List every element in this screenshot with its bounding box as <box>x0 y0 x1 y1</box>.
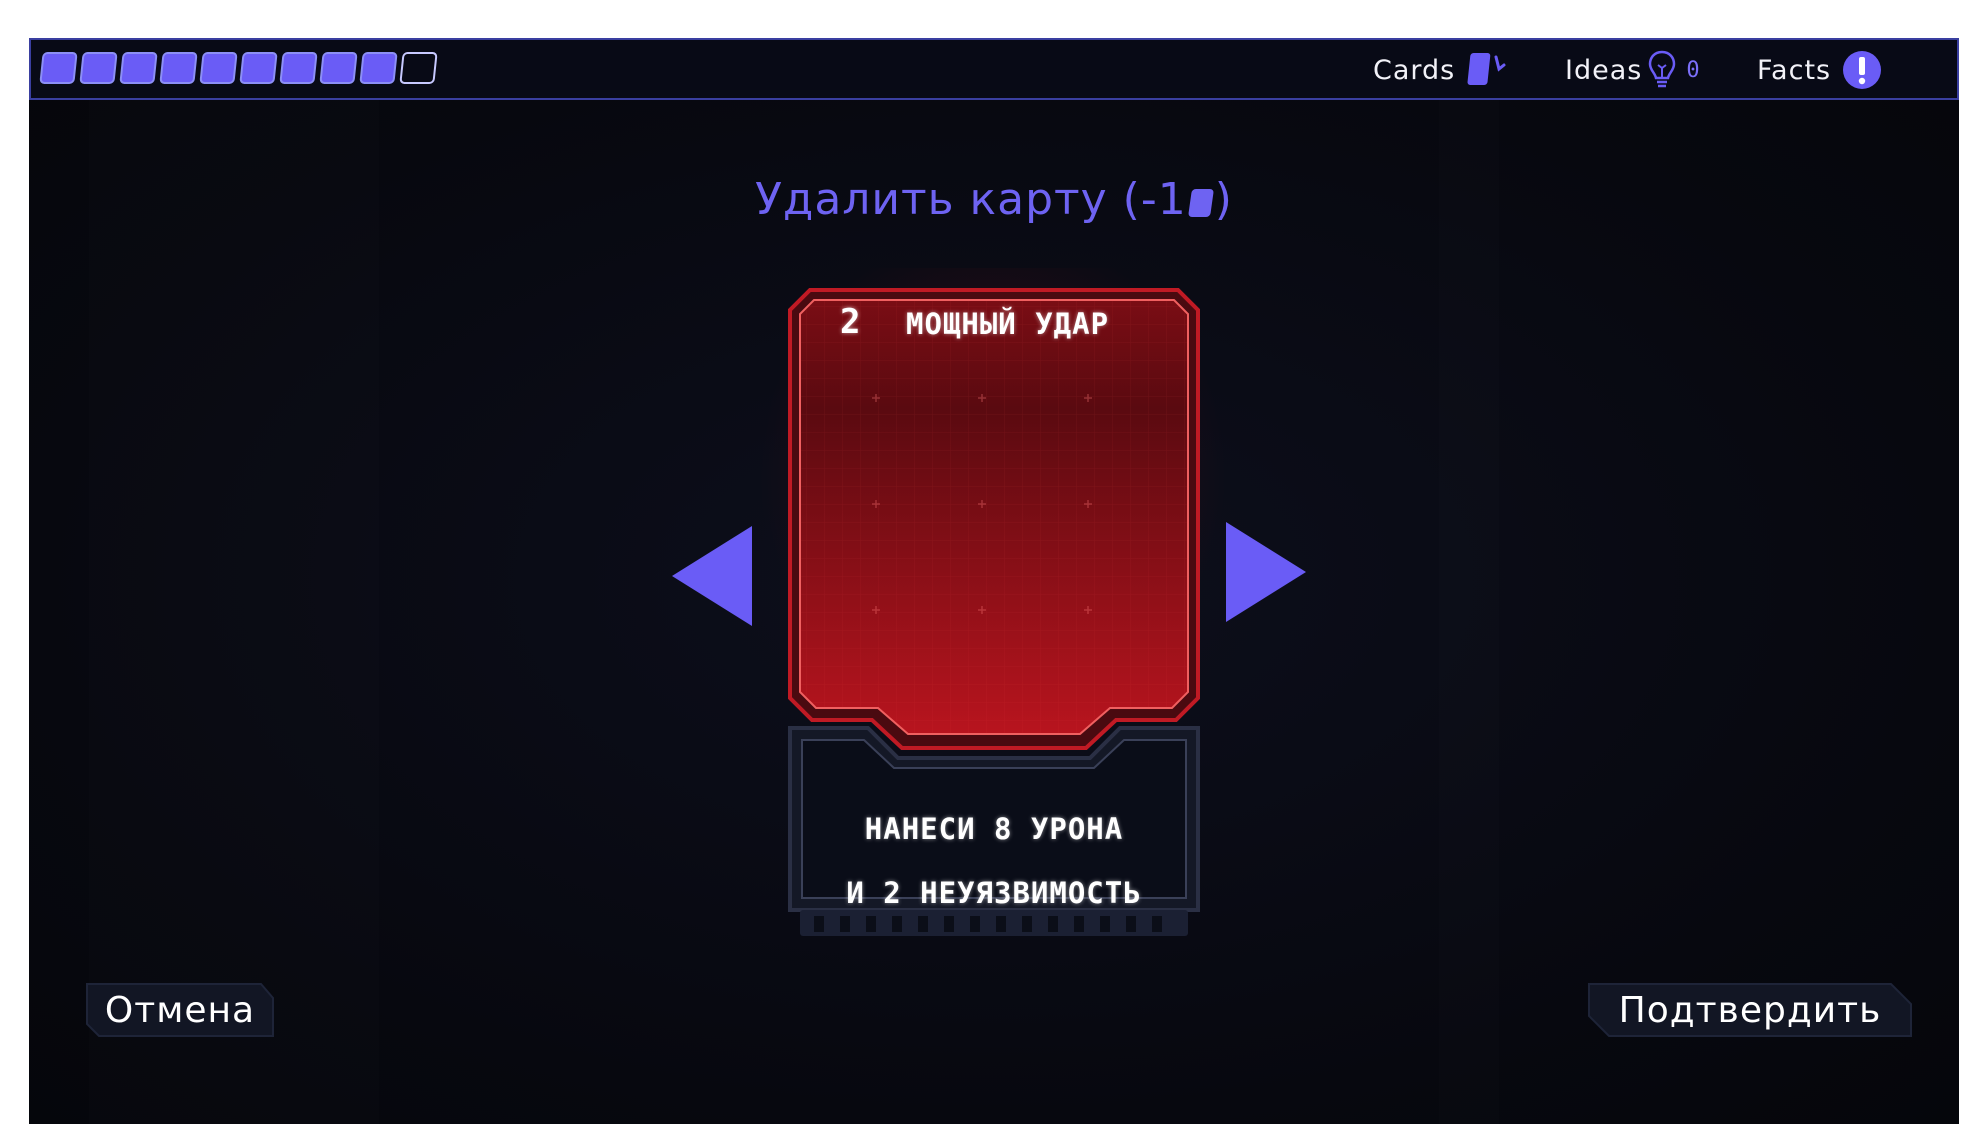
background-column <box>89 98 379 1124</box>
cards-button[interactable]: Cards <box>1373 52 1507 88</box>
ideas-button[interactable]: Ideas 0 <box>1565 50 1701 88</box>
ideas-label: Ideas <box>1565 54 1643 86</box>
page-title: Удалить карту (-1) <box>29 174 1959 225</box>
next-card-arrow-icon[interactable] <box>1224 520 1308 624</box>
facts-label: Facts <box>1757 54 1832 86</box>
exclamation-icon <box>1843 51 1882 89</box>
card-frame <box>788 288 1200 936</box>
energy-cell-filled <box>119 52 158 84</box>
card-preview[interactable]: 2 МОЩНЫЙ УДАР НАНЕСИ 8 УРОНА И 2 НЕУЯЗВИ… <box>758 268 1228 948</box>
title-suffix: ) <box>1214 174 1233 225</box>
title-text: Удалить карту (-1 <box>755 174 1187 225</box>
energy-card-icon <box>1187 189 1214 217</box>
top-bar: Cards Ideas 0 Facts <box>29 38 1959 100</box>
cards-label: Cards <box>1373 54 1456 86</box>
cancel-button[interactable]: Отмена <box>85 982 275 1038</box>
facts-button[interactable]: Facts <box>1757 51 1883 89</box>
card-name: МОЩНЫЙ УДАР <box>906 307 1110 341</box>
energy-cell-filled <box>79 52 118 84</box>
confirm-button[interactable]: Подтвердить <box>1587 982 1913 1038</box>
energy-cell-filled <box>199 52 238 84</box>
energy-cell-filled <box>319 52 358 84</box>
confirm-label: Подтвердить <box>1618 989 1882 1031</box>
lightbulb-icon <box>1649 50 1676 88</box>
card-description-line: И 2 НЕУЯЗВИМОСТЬ <box>846 876 1142 910</box>
energy-cell-filled <box>239 52 278 84</box>
remove-card-screen: Cards Ideas 0 Facts Удалить карту (-1) … <box>29 38 1959 1124</box>
cards-icon <box>1467 53 1506 85</box>
ideas-count: 0 <box>1686 57 1701 83</box>
energy-cell-filled <box>279 52 318 84</box>
energy-cell-filled <box>39 52 78 84</box>
energy-cell-filled <box>159 52 198 84</box>
card-cost: 2 <box>840 302 861 342</box>
energy-cell-empty <box>399 52 438 84</box>
cancel-label: Отмена <box>104 989 256 1031</box>
previous-card-arrow-icon[interactable] <box>670 524 754 628</box>
background-column <box>1439 98 1499 1124</box>
energy-meter <box>39 52 438 84</box>
card-description-line: НАНЕСИ 8 УРОНА <box>864 812 1124 846</box>
energy-cell-filled <box>359 52 398 84</box>
